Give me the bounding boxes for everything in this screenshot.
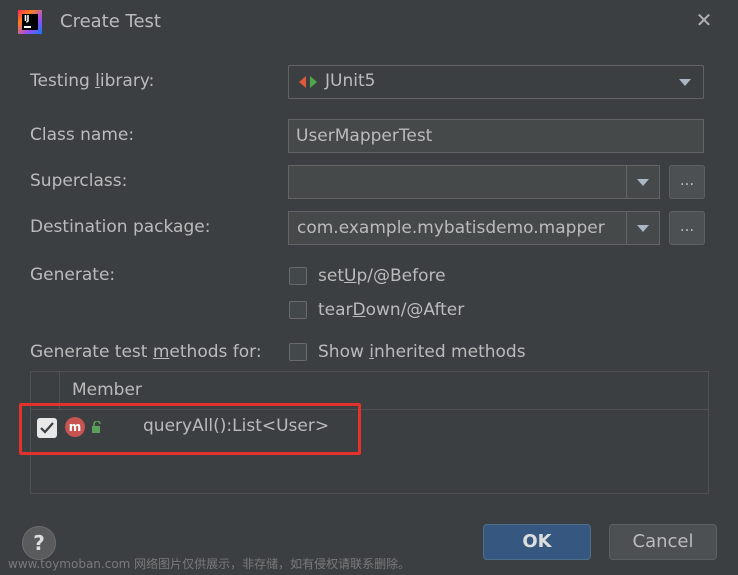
intellij-logo-icon: IJ <box>18 10 42 34</box>
testing-library-value: JUnit5 <box>325 71 376 91</box>
close-icon[interactable]: ✕ <box>692 8 716 32</box>
superclass-browse-button[interactable]: ... <box>669 165 705 199</box>
setup-checkbox-label[interactable]: setUp/@Before <box>318 266 446 286</box>
chevron-down-icon <box>679 79 691 86</box>
member-column-header[interactable]: Member <box>72 380 142 400</box>
chevron-down-icon[interactable] <box>637 225 649 232</box>
superclass-label: Superclass: <box>30 171 128 191</box>
junit-icon <box>299 76 317 88</box>
ok-button[interactable]: OK <box>483 524 591 560</box>
destination-package-value: com.example.mybatisdemo.mapper <box>297 218 605 238</box>
title-bar: IJ Create Test ✕ <box>0 0 738 44</box>
class-name-input[interactable]: UserMapperTest <box>288 119 704 153</box>
show-inherited-checkbox[interactable] <box>289 343 307 361</box>
generate-label: Generate: <box>30 265 116 285</box>
methods-for-label: Generate test methods for: <box>30 342 262 362</box>
teardown-checkbox-label[interactable]: tearDown/@After <box>318 300 464 320</box>
class-name-label: Class name: <box>30 125 135 145</box>
setup-checkbox[interactable] <box>289 267 307 285</box>
teardown-checkbox[interactable] <box>289 301 307 319</box>
show-inherited-label[interactable]: Show inherited methods <box>318 342 526 362</box>
destination-package-label: Destination package: <box>30 217 211 237</box>
cancel-button[interactable]: Cancel <box>609 524 717 560</box>
destination-package-input[interactable]: com.example.mybatisdemo.mapper <box>288 211 660 245</box>
highlight-annotation <box>19 403 361 455</box>
destination-package-browse-button[interactable]: ... <box>669 211 705 245</box>
superclass-input[interactable] <box>288 165 660 199</box>
watermark: www.toymoban.com 网络图片仅供展示，非存储，如有侵权请联系删除。 <box>8 557 411 571</box>
dialog-title: Create Test <box>60 11 161 32</box>
chevron-down-icon[interactable] <box>637 179 649 186</box>
testing-library-label: Testing library: <box>30 71 155 91</box>
testing-library-select[interactable]: JUnit5 <box>288 65 704 99</box>
